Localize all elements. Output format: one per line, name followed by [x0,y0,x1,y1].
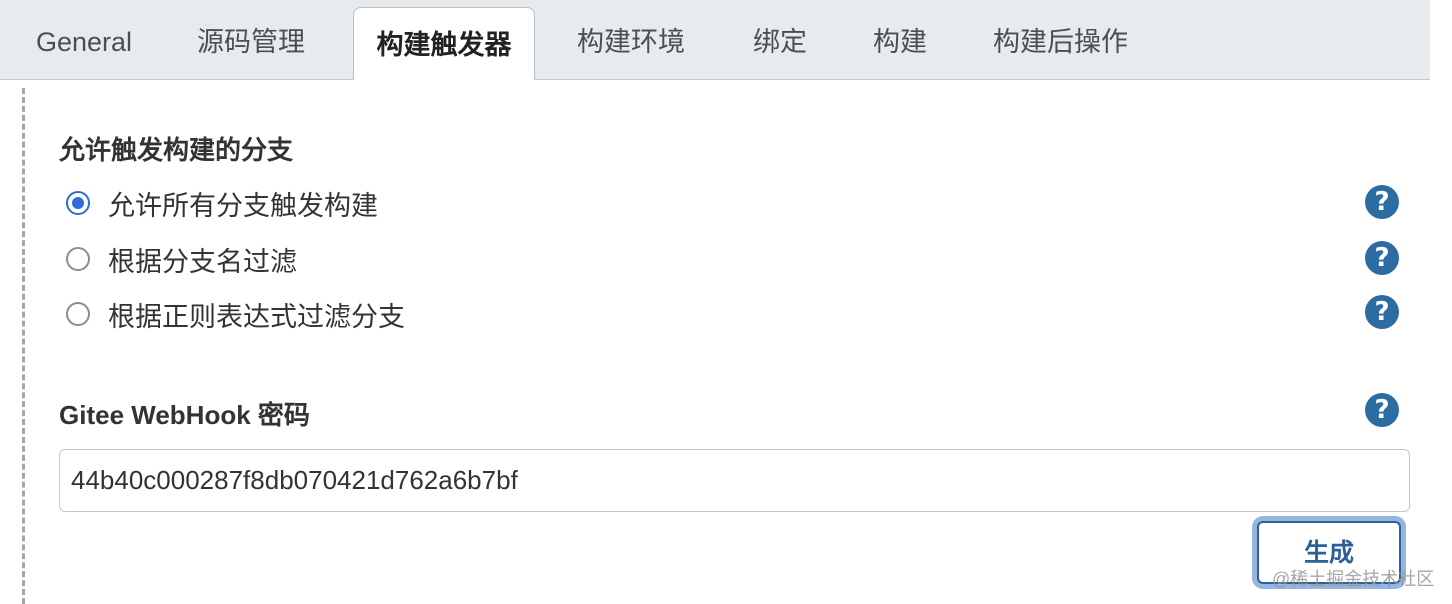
help-icon[interactable]: ? [1365,295,1399,329]
webhook-password-input[interactable] [59,449,1410,512]
tab-post-build-actions[interactable]: 构建后操作 [993,0,1128,80]
help-icon[interactable]: ? [1365,241,1399,275]
tab-bar: General 源码管理 构建触发器 构建环境 绑定 构建 构建后操作 [0,0,1430,80]
section-dashed-border [22,88,25,604]
branch-section-title: 允许触发构建的分支 [59,135,294,165]
radio-button[interactable] [66,247,90,271]
help-icon[interactable]: ? [1365,393,1399,427]
right-gutter [1430,0,1452,604]
radio-button[interactable] [66,302,90,326]
tab-build-triggers[interactable]: 构建触发器 [353,7,535,80]
radio-option-label: 允许所有分支触发构建 [108,190,378,221]
tab-general[interactable]: General [36,0,132,80]
radio-option-filter-by-regex[interactable]: 根据正则表达式过滤分支 [66,297,405,332]
tab-build-environment[interactable]: 构建环境 [577,0,685,80]
radio-option-filter-by-name[interactable]: 根据分支名过滤 [66,242,297,277]
radio-option-label: 根据分支名过滤 [108,246,297,277]
radio-button[interactable] [66,191,90,215]
webhook-password-label: Gitee WebHook 密码 [59,400,310,430]
tab-source-control[interactable]: 源码管理 [197,0,305,80]
tab-build[interactable]: 构建 [873,0,927,80]
watermark: @稀土掘金技术社区 [1272,569,1435,589]
radio-option-label: 根据正则表达式过滤分支 [108,301,405,332]
tab-bindings[interactable]: 绑定 [753,0,807,80]
radio-option-all-branches[interactable]: 允许所有分支触发构建 [66,186,378,221]
help-icon[interactable]: ? [1365,185,1399,219]
